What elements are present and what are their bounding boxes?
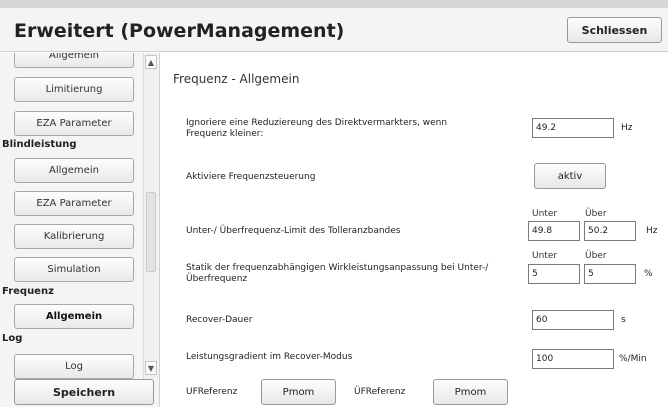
statik-label: Statik der frequenzabhängigen Wirkleistu… xyxy=(186,263,488,285)
window-top-strip xyxy=(0,0,668,8)
section-title: Frequenz - Allgemein xyxy=(173,72,300,86)
statik-label-line1: Statik der frequenzabhängigen Wirkleistu… xyxy=(186,263,489,273)
chevron-down-icon[interactable]: ▼ xyxy=(145,361,157,375)
recover-duration-label: Recover-Dauer xyxy=(186,315,253,325)
scrollbar-thumb[interactable] xyxy=(146,192,156,272)
freq-over-header: Über xyxy=(585,209,607,219)
ignore-reduction-unit: Hz xyxy=(621,123,633,133)
statik-under-input[interactable]: 5 xyxy=(528,264,580,284)
ignore-reduction-label: Ignoriere eine Reduziereung des Direktve… xyxy=(186,118,447,140)
sidebar-navigation: Allgemein Limitierung EZA Parameter Blin… xyxy=(0,53,160,379)
freq-limits-label: Unter-/ Überfrequenz-Limit des Tolleranz… xyxy=(186,226,401,236)
statik-over-input[interactable]: 5 xyxy=(584,264,636,284)
sidebar-item-limitierung[interactable]: Limitierung xyxy=(14,77,134,102)
dialog-title: Erweitert (PowerManagement) xyxy=(14,20,345,42)
activate-control-label: Aktiviere Frequenzsteuerung xyxy=(186,172,316,182)
statik-unit: % xyxy=(644,269,653,279)
sidebar-item-kalibrierung[interactable]: Kalibrierung xyxy=(14,224,134,249)
uf-reference-label: UFReferenz xyxy=(186,387,238,397)
section-blindleistung: Blindleistung xyxy=(2,139,77,150)
sidebar-item-simulation[interactable]: Simulation xyxy=(14,257,134,282)
recover-duration-unit: s xyxy=(621,315,626,325)
power-gradient-unit: %/Min xyxy=(619,354,647,364)
dialog-header: Erweitert (PowerManagement) Schliessen xyxy=(0,8,668,52)
sidebar-item-blind-allgemein[interactable]: Allgemein xyxy=(14,158,134,183)
sidebar-item-blind-eza-parameter[interactable]: EZA Parameter xyxy=(14,191,134,216)
statik-over-header: Über xyxy=(585,251,607,261)
section-frequenz: Frequenz xyxy=(2,286,54,297)
recover-duration-input[interactable]: 60 xyxy=(532,310,614,330)
save-bar: Speichern xyxy=(0,379,160,407)
activate-frequency-control-button[interactable]: aktiv xyxy=(534,163,606,189)
ignore-reduction-frequency-input[interactable]: 49.2 xyxy=(532,118,614,138)
sidebar-item-frequenz-allgemein[interactable]: Allgemein xyxy=(14,304,134,329)
ignore-reduction-label-line1: Ignoriere eine Reduziereung des Direktve… xyxy=(186,118,448,128)
sidebar-item-eza-parameter[interactable]: EZA Parameter xyxy=(14,111,134,136)
freq-limits-unit: Hz xyxy=(646,226,658,236)
sidebar-item-log[interactable]: Log xyxy=(14,354,134,379)
freq-under-header: Unter xyxy=(532,209,558,219)
under-frequency-limit-input[interactable]: 49.8 xyxy=(528,221,580,241)
content-panel: Frequenz - Allgemein Ignoriere eine Redu… xyxy=(161,53,668,407)
close-button[interactable]: Schliessen xyxy=(567,17,662,43)
of-reference-label: ÜFReferenz xyxy=(354,387,406,397)
save-button[interactable]: Speichern xyxy=(14,379,154,405)
sidebar-scrollbar[interactable]: ▲ ▼ xyxy=(143,53,157,379)
chevron-up-icon[interactable]: ▲ xyxy=(145,55,157,69)
statik-label-line2: Überfrequenz xyxy=(186,274,248,284)
ignore-reduction-label-line2: Frequenz kleiner: xyxy=(186,129,264,139)
section-log: Log xyxy=(2,333,23,344)
power-gradient-label: Leistungsgradient im Recover-Modus xyxy=(186,352,353,362)
statik-under-header: Unter xyxy=(532,251,558,261)
uf-reference-button[interactable]: Pmom xyxy=(261,379,336,405)
power-gradient-input[interactable]: 100 xyxy=(532,349,614,369)
sidebar-item-allgemein-top[interactable]: Allgemein xyxy=(14,53,134,68)
of-reference-button[interactable]: Pmom xyxy=(433,379,508,405)
over-frequency-limit-input[interactable]: 50.2 xyxy=(584,221,636,241)
